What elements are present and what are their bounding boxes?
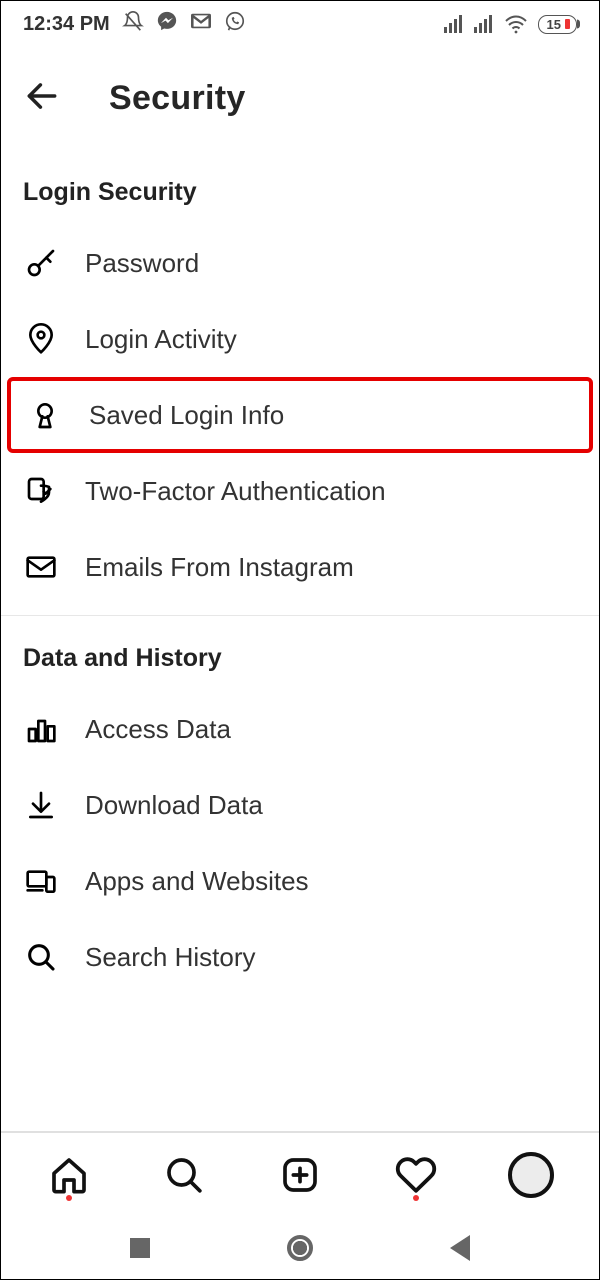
status-time: 12:34 PM: [23, 13, 110, 36]
row-access-data[interactable]: Access Data: [1, 691, 599, 767]
location-pin-icon: [23, 321, 59, 357]
row-label: Emails From Instagram: [85, 552, 354, 583]
battery-indicator: 15: [538, 15, 577, 34]
mail-icon: [23, 549, 59, 585]
row-apps-websites[interactable]: Apps and Websites: [1, 843, 599, 919]
section-title-data-history: Data and History: [1, 616, 599, 691]
messenger-icon: [156, 10, 178, 38]
status-bar: 12:34 PM 15: [1, 1, 599, 47]
nav-create[interactable]: [270, 1145, 330, 1205]
sys-home[interactable]: [287, 1235, 313, 1261]
row-label: Apps and Websites: [85, 866, 309, 897]
page-title: Security: [109, 79, 246, 118]
key-icon: [23, 245, 59, 281]
row-saved-login-info[interactable]: Saved Login Info: [7, 377, 593, 453]
row-label: Password: [85, 248, 199, 279]
page-header: Security: [1, 47, 599, 150]
devices-icon: [23, 863, 59, 899]
row-login-activity[interactable]: Login Activity: [1, 301, 599, 377]
gmail-icon: [190, 10, 212, 38]
row-search-history[interactable]: Search History: [1, 919, 599, 995]
nav-activity-dot: [413, 1195, 419, 1201]
row-password[interactable]: Password: [1, 225, 599, 301]
profile-avatar-icon: [508, 1152, 554, 1198]
download-icon: [23, 787, 59, 823]
system-nav: [1, 1217, 599, 1279]
wifi-icon: [504, 14, 528, 34]
keyhole-icon: [27, 397, 63, 433]
nav-home-dot: [66, 1195, 72, 1201]
settings-content: Login Security Password Login Activity S…: [1, 150, 599, 1131]
row-label: Login Activity: [85, 324, 237, 355]
sys-back[interactable]: [450, 1235, 470, 1261]
row-label: Access Data: [85, 714, 231, 745]
row-download-data[interactable]: Download Data: [1, 767, 599, 843]
row-label: Search History: [85, 942, 256, 973]
battery-level: 15: [547, 17, 561, 32]
signal-1-icon: [444, 15, 464, 33]
app-bottom-nav: [1, 1131, 599, 1217]
row-two-factor[interactable]: Two-Factor Authentication: [1, 453, 599, 529]
whatsapp-icon: [224, 10, 246, 38]
back-button[interactable]: [23, 77, 61, 120]
nav-home[interactable]: [39, 1145, 99, 1205]
nav-search[interactable]: [154, 1145, 214, 1205]
row-label: Download Data: [85, 790, 263, 821]
shield-check-icon: [23, 473, 59, 509]
section-title-login-security: Login Security: [1, 150, 599, 225]
nav-profile[interactable]: [501, 1145, 561, 1205]
nav-activity[interactable]: [386, 1145, 446, 1205]
row-label: Saved Login Info: [89, 400, 284, 431]
notification-muted-icon: [122, 10, 144, 38]
sys-recents[interactable]: [130, 1238, 150, 1258]
bar-chart-icon: [23, 711, 59, 747]
search-icon: [23, 939, 59, 975]
row-emails-instagram[interactable]: Emails From Instagram: [1, 529, 599, 605]
row-label: Two-Factor Authentication: [85, 476, 386, 507]
signal-2-icon: [474, 15, 494, 33]
